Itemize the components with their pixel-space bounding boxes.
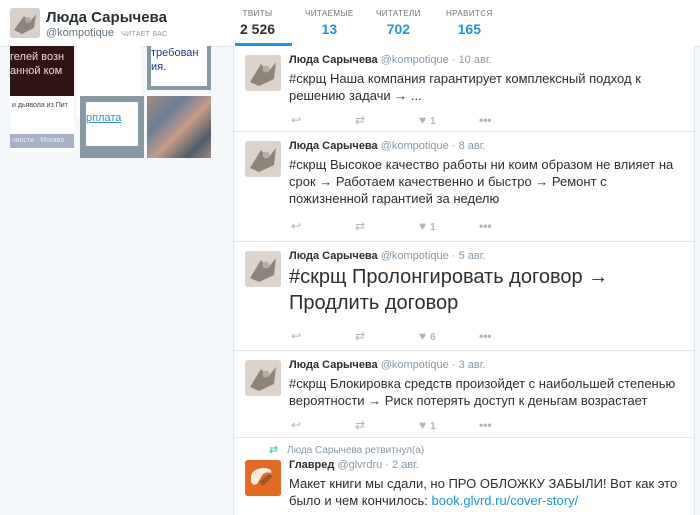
tweet-header: Главред @glvrdru · 2 авг. <box>289 459 419 471</box>
tweet-author-handle[interactable]: @kompotique <box>381 140 449 152</box>
media-snippet: рплата <box>86 102 138 146</box>
media-snippet: овости · Москва <box>10 134 74 148</box>
tweet-actions: ↩ ⇄ ♥ 1 ••• <box>289 113 519 127</box>
tweet-date[interactable]: · 3 авг. <box>452 359 486 371</box>
like-count: 6 <box>430 332 436 343</box>
tweet-author-handle[interactable]: @kompotique <box>381 359 449 371</box>
tweet[interactable]: Люда Сарычева @kompotique · 8 авг. #скрщ… <box>234 132 694 242</box>
tweet-actions: ↩ ⇄ ♥ 1 ••• <box>289 219 519 233</box>
stat-value: 2 526 <box>240 21 276 37</box>
tweet-date[interactable]: · 10 авг. <box>452 54 492 66</box>
tweet-date[interactable]: · 5 авг. <box>452 250 486 262</box>
tweet-text: #скрщ Наша компания гарантирует комплекс… <box>289 71 641 103</box>
media-thumbnail[interactable]: и дьявола из Пит овости · Москва <box>10 96 74 152</box>
stat-followers[interactable]: ЧИТАТЕЛИ 702 <box>376 9 421 37</box>
media-thumbnail[interactable]: рплата <box>80 96 144 158</box>
retweet-icon[interactable]: ⇄ <box>355 113 365 127</box>
heart-icon[interactable]: ♥ 6 <box>419 329 436 345</box>
stat-label: НРАВИТСЯ <box>446 9 493 18</box>
tweet-author-handle[interactable]: @kompotique <box>381 250 449 262</box>
retweet-icon[interactable]: ⇄ <box>355 418 365 432</box>
tweet-author-handle[interactable]: @kompotique <box>381 54 449 66</box>
profile-header: Люда Сарычева @kompotique ЧИТАЕТ ВАС ТВИ… <box>0 0 700 47</box>
stat-label: ТВИТЫ <box>242 9 273 18</box>
media-snippet: требован ия. <box>151 46 207 86</box>
tweet[interactable]: Люда Сарычева @kompotique · 10 авг. #скр… <box>234 46 694 132</box>
tweet-header: Люда Сарычева @kompotique · 3 авг. <box>289 359 485 371</box>
tweet-link[interactable]: book.glvrd.ru/cover-story/ <box>432 493 579 508</box>
like-count: 1 <box>430 116 436 127</box>
profile-avatar[interactable] <box>10 8 40 38</box>
more-icon[interactable]: ••• <box>479 418 492 432</box>
tweet-avatar[interactable] <box>245 141 281 177</box>
stat-label: ЧИТАЕМЫЕ <box>305 9 354 18</box>
retweet-context-text[interactable]: Люда Сарычева ретвитнул(а) <box>287 445 424 456</box>
media-snippet-text: рплата <box>86 112 122 124</box>
tweet-author-name[interactable]: Люда Сарычева <box>289 359 378 371</box>
profile-name[interactable]: Люда Сарычева <box>46 9 167 26</box>
reply-icon[interactable]: ↩ <box>291 329 301 343</box>
stat-likes[interactable]: НРАВИТСЯ 165 <box>446 9 493 37</box>
tweet-avatar[interactable] <box>245 251 281 287</box>
tweet-text: #скрщ Высокое качество работы ни коим об… <box>289 157 674 206</box>
retweet-icon[interactable]: ⇄ <box>355 219 365 233</box>
tweet-text: #скрщ Пролонгировать договор → Продлить … <box>289 266 609 314</box>
stat-following[interactable]: ЧИТАЕМЫЕ 13 <box>305 9 354 37</box>
tweet-actions: ↩ ⇄ ♥ 6 ••• <box>289 329 519 343</box>
tweet-actions: ↩ ⇄ ♥ 1 ••• <box>289 418 519 432</box>
follows-you-badge: ЧИТАЕТ ВАС <box>121 31 168 38</box>
stat-label: ЧИТАТЕЛИ <box>376 9 421 18</box>
tweet-header: Люда Сарычева @kompotique · 8 авг. <box>289 140 485 152</box>
tweet-header: Люда Сарычева @kompotique · 10 авг. <box>289 54 492 66</box>
media-thumbnail[interactable]: требован ия. <box>147 46 211 90</box>
retweet-icon[interactable]: ⇄ <box>355 329 365 343</box>
stat-value: 13 <box>321 21 338 37</box>
tweet[interactable]: Люда Сарычева @kompotique · 5 авг. #скрщ… <box>234 242 694 351</box>
tweet-author-name[interactable]: Люда Сарычева <box>289 54 378 66</box>
retweet-context: ⇄ Люда Сарычева ретвитнул(а) <box>269 443 424 456</box>
stat-value: 702 <box>386 21 411 37</box>
heart-icon[interactable]: ♥ 1 <box>419 418 436 434</box>
tweet[interactable]: Люда Сарычева @kompotique · 3 авг. #скрщ… <box>234 351 694 438</box>
tweet-text: #скрщ Блокировка средств произойдет с на… <box>289 376 676 408</box>
more-icon[interactable]: ••• <box>479 113 492 127</box>
tweet-author-handle[interactable]: @glvrdru <box>337 459 382 471</box>
reply-icon[interactable]: ↩ <box>291 113 301 127</box>
heart-icon[interactable]: ♥ 1 <box>419 113 436 129</box>
tweet-avatar[interactable] <box>245 360 281 396</box>
retweet[interactable]: ⇄ Люда Сарычева ретвитнул(а) Главред @gl… <box>234 438 694 515</box>
media-snippet: гелей возн анной ком <box>10 51 65 77</box>
tweet-text: Макет книги мы сдали, но ПРО ОБЛОЖКУ ЗАБ… <box>289 475 684 509</box>
media-snippet: и дьявола из Пит <box>12 102 68 109</box>
reply-icon[interactable]: ↩ <box>291 418 301 432</box>
tweet-date[interactable]: · 8 авг. <box>452 140 486 152</box>
profile-handle: @kompotique ЧИТАЕТ ВАС <box>46 27 167 39</box>
retweet-icon: ⇄ <box>269 444 279 456</box>
stat-value: 165 <box>457 21 481 37</box>
tweet-header: Люда Сарычева @kompotique · 5 авг. <box>289 250 485 262</box>
more-icon[interactable]: ••• <box>479 219 492 233</box>
tweet-author-name[interactable]: Главред <box>289 459 334 471</box>
more-icon[interactable]: ••• <box>479 329 492 343</box>
tweet-date[interactable]: · 2 авг. <box>385 459 419 471</box>
tweet-avatar[interactable] <box>245 460 281 496</box>
tweet-timeline: Люда Сарычева @kompotique · 10 авг. #скр… <box>233 46 695 515</box>
like-count: 1 <box>430 222 436 233</box>
tweet-avatar[interactable] <box>245 55 281 91</box>
stat-tweets[interactable]: ТВИТЫ 2 526 <box>240 9 275 37</box>
media-thumbnail[interactable] <box>147 96 211 158</box>
tweet-author-name[interactable]: Люда Сарычева <box>289 250 378 262</box>
heart-icon[interactable]: ♥ 1 <box>419 219 436 235</box>
tweet-author-name[interactable]: Люда Сарычева <box>289 140 378 152</box>
profile-handle-text: @kompotique <box>46 27 115 39</box>
like-count: 1 <box>430 421 436 432</box>
reply-icon[interactable]: ↩ <box>291 219 301 233</box>
